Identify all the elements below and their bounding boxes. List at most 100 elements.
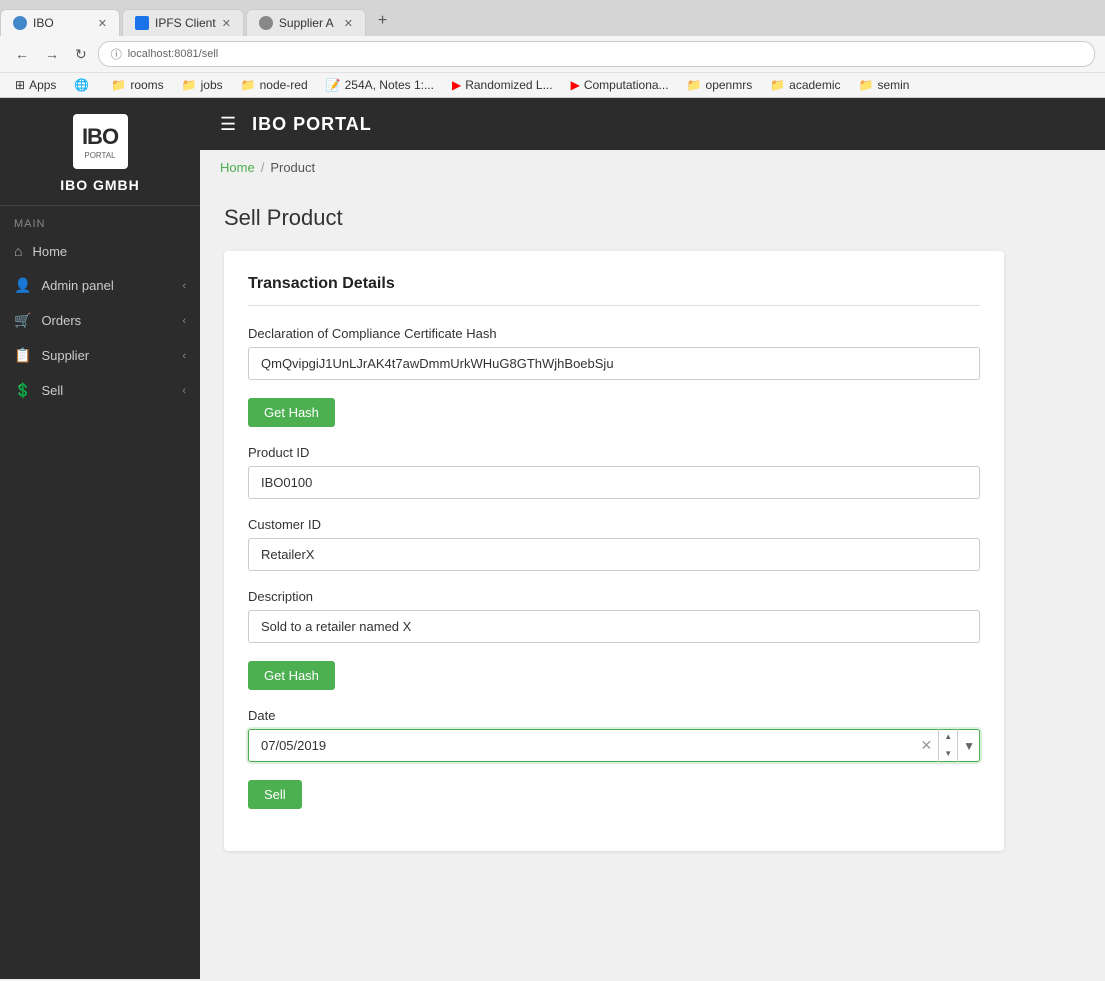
address-url: localhost:8081/sell bbox=[128, 48, 219, 60]
tab-supplier-close[interactable]: ✕ bbox=[344, 17, 353, 30]
bookmark-globe[interactable]: 🌐 bbox=[67, 76, 100, 94]
forward-button[interactable]: → bbox=[40, 44, 64, 64]
get-hash-2-button[interactable]: Get Hash bbox=[248, 661, 335, 690]
browser-chrome: IBO ✕ IPFS Client ✕ Supplier A ✕ + ← → ↻… bbox=[0, 0, 1105, 98]
bookmark-semin-label: semin bbox=[877, 78, 909, 92]
tab-ibo[interactable]: IBO ✕ bbox=[0, 9, 120, 36]
new-tab-button[interactable]: + bbox=[368, 6, 397, 36]
bookmark-apps[interactable]: ⊞ Apps bbox=[8, 76, 63, 94]
rooms-folder-icon: 📁 bbox=[111, 78, 126, 92]
bookmark-254a[interactable]: 📝 254A, Notes 1:... bbox=[319, 76, 441, 94]
254a-doc-icon: 📝 bbox=[326, 78, 341, 92]
product-id-group: Product ID bbox=[248, 445, 980, 499]
product-id-input[interactable] bbox=[248, 466, 980, 499]
date-spinners: ▲ ▼ bbox=[938, 729, 957, 762]
page-body: Sell Product Transaction Details Declara… bbox=[200, 185, 1105, 871]
app-container: IBO PORTAL IBO GMBH MAIN ⌂ Home 👤 Admin … bbox=[0, 98, 1105, 979]
page-title: Sell Product bbox=[224, 205, 1081, 231]
bookmark-jobs[interactable]: 📁 jobs bbox=[175, 76, 230, 94]
sidebar-item-supplier[interactable]: 📋 Supplier ‹ bbox=[0, 338, 200, 373]
sidebar-brand: IBO PORTAL IBO GMBH bbox=[0, 98, 200, 206]
customer-id-group: Customer ID bbox=[248, 517, 980, 571]
address-bar: ← → ↻ ⓘ localhost:8081/sell bbox=[0, 36, 1105, 72]
bookmark-randomized[interactable]: ▶ Randomized L... bbox=[445, 76, 560, 94]
bookmark-academic[interactable]: 📁 academic bbox=[763, 76, 847, 94]
globe-icon: 🌐 bbox=[74, 78, 89, 92]
breadcrumb-home-link[interactable]: Home bbox=[220, 160, 255, 175]
address-secure-icon: ⓘ bbox=[111, 46, 122, 62]
bookmark-rooms[interactable]: 📁 rooms bbox=[104, 76, 170, 94]
sidebar-orders-label: Orders bbox=[41, 313, 81, 328]
sell-button-group: Sell bbox=[248, 780, 980, 809]
bookmark-computational[interactable]: ▶ Computationa... bbox=[564, 76, 676, 94]
tab-ipfs-title: IPFS Client bbox=[155, 16, 216, 30]
bookmark-rooms-label: rooms bbox=[130, 78, 163, 92]
compliance-label: Declaration of Compliance Certificate Ha… bbox=[248, 326, 980, 341]
bookmark-apps-label: Apps bbox=[29, 78, 56, 92]
date-spin-up-button[interactable]: ▲ bbox=[939, 729, 957, 746]
tab-ibo-close[interactable]: ✕ bbox=[98, 17, 107, 30]
description-label: Description bbox=[248, 589, 980, 604]
node-red-folder-icon: 📁 bbox=[241, 78, 256, 92]
tab-bar: IBO ✕ IPFS Client ✕ Supplier A ✕ + bbox=[0, 0, 1105, 36]
admin-icon: 👤 bbox=[14, 277, 31, 294]
home-icon: ⌂ bbox=[14, 243, 22, 259]
bookmark-node-red[interactable]: 📁 node-red bbox=[234, 76, 315, 94]
jobs-folder-icon: 📁 bbox=[182, 78, 197, 92]
date-spin-down-button[interactable]: ▼ bbox=[939, 746, 957, 763]
date-wrapper: ✕ ▲ ▼ ▼ bbox=[248, 729, 980, 762]
date-clear-button[interactable]: ✕ bbox=[914, 737, 938, 754]
date-dropdown-button[interactable]: ▼ bbox=[957, 729, 980, 762]
description-input[interactable] bbox=[248, 610, 980, 643]
orders-icon: 🛒 bbox=[14, 312, 31, 329]
breadcrumb-separator: / bbox=[261, 160, 265, 175]
compliance-hash-group: Declaration of Compliance Certificate Ha… bbox=[248, 326, 980, 380]
breadcrumb-current: Product bbox=[270, 160, 315, 175]
tab-supplier-title: Supplier A bbox=[279, 16, 338, 30]
main-content: ☰ IBO PORTAL Home / Product Sell Product… bbox=[200, 98, 1105, 979]
date-controls: ✕ ▲ ▼ ▼ bbox=[914, 729, 980, 762]
sidebar-logo: IBO PORTAL bbox=[73, 114, 128, 169]
tab-ipfs-favicon bbox=[135, 16, 149, 30]
supplier-icon: 📋 bbox=[14, 347, 31, 364]
sidebar-home-label: Home bbox=[32, 244, 67, 259]
academic-folder-icon: 📁 bbox=[770, 78, 785, 92]
compliance-input[interactable] bbox=[248, 347, 980, 380]
tab-ipfs[interactable]: IPFS Client ✕ bbox=[122, 9, 244, 36]
address-field[interactable]: ⓘ localhost:8081/sell bbox=[98, 41, 1095, 67]
tab-ipfs-close[interactable]: ✕ bbox=[222, 17, 231, 30]
breadcrumb: Home / Product bbox=[200, 150, 1105, 185]
semin-folder-icon: 📁 bbox=[859, 78, 874, 92]
date-group: Date ✕ ▲ ▼ ▼ bbox=[248, 708, 980, 762]
sidebar-item-orders[interactable]: 🛒 Orders ‹ bbox=[0, 303, 200, 338]
bookmark-openmrs-label: openmrs bbox=[706, 78, 753, 92]
bookmarks-bar: ⊞ Apps 🌐 📁 rooms 📁 jobs 📁 node-red 📝 254… bbox=[0, 72, 1105, 97]
orders-chevron-icon: ‹ bbox=[182, 315, 186, 327]
sell-button[interactable]: Sell bbox=[248, 780, 302, 809]
get-hash-1-button[interactable]: Get Hash bbox=[248, 398, 335, 427]
sidebar-item-sell[interactable]: 💲 Sell ‹ bbox=[0, 373, 200, 408]
back-button[interactable]: ← bbox=[10, 44, 34, 64]
bookmark-openmrs[interactable]: 📁 openmrs bbox=[680, 76, 760, 94]
top-bar: ☰ IBO PORTAL bbox=[200, 98, 1105, 150]
tab-ibo-title: IBO bbox=[33, 16, 92, 30]
reload-button[interactable]: ↻ bbox=[70, 44, 92, 65]
logo-text: IBO PORTAL bbox=[82, 124, 118, 160]
bookmark-jobs-label: jobs bbox=[201, 78, 223, 92]
tab-supplier-favicon bbox=[259, 16, 273, 30]
bookmark-academic-label: academic bbox=[789, 78, 840, 92]
customer-id-input[interactable] bbox=[248, 538, 980, 571]
customer-id-label: Customer ID bbox=[248, 517, 980, 532]
brand-name: IBO GMBH bbox=[60, 177, 140, 193]
description-group: Description bbox=[248, 589, 980, 643]
bookmark-semin[interactable]: 📁 semin bbox=[852, 76, 917, 94]
randomized-video-icon: ▶ bbox=[452, 78, 461, 92]
apps-icon: ⊞ bbox=[15, 78, 25, 92]
computational-video-icon: ▶ bbox=[571, 78, 580, 92]
date-input[interactable] bbox=[248, 729, 980, 762]
tab-supplier[interactable]: Supplier A ✕ bbox=[246, 9, 366, 36]
sidebar-supplier-label: Supplier bbox=[41, 348, 89, 363]
sidebar-item-admin-panel[interactable]: 👤 Admin panel ‹ bbox=[0, 268, 200, 303]
sidebar-item-home[interactable]: ⌂ Home bbox=[0, 234, 200, 268]
hamburger-icon[interactable]: ☰ bbox=[220, 114, 236, 135]
